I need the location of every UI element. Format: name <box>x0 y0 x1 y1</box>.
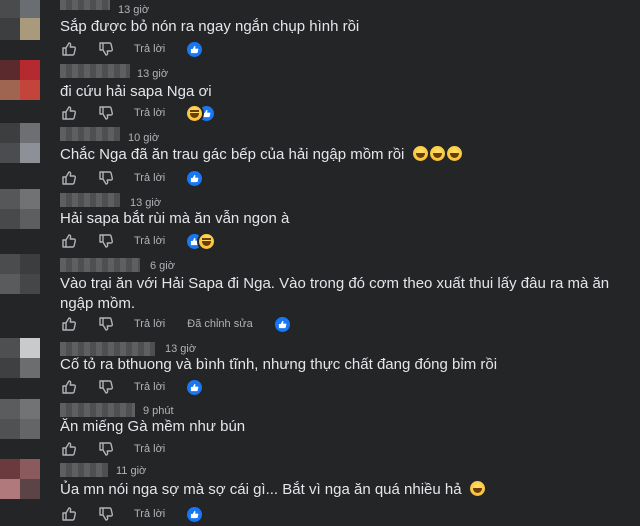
laughing-emoji-icon <box>446 146 462 161</box>
like-reaction-icon <box>187 506 203 522</box>
like-reaction-icon <box>187 379 203 395</box>
comment-actions: Trả lời <box>60 378 203 396</box>
comment-text: Ăn miếng Gà mềm như bún <box>60 418 246 435</box>
comment-actions: Trả lời <box>60 169 203 187</box>
thumbs-down-icon[interactable] <box>98 441 114 457</box>
reply-link[interactable]: Trả lời <box>134 107 165 119</box>
comment-text: Sắp được bỏ nón ra ngay ngắn chụp hình r… <box>60 18 360 35</box>
reaction-summary[interactable] <box>187 379 203 395</box>
thumbs-up-icon[interactable] <box>61 105 77 121</box>
laughing-emoji-icon <box>469 481 485 496</box>
comment-time[interactable]: 11 giờ <box>116 464 146 478</box>
thumbs-up-icon[interactable] <box>61 233 77 249</box>
comment-actions: Trả lời Đã chỉnh sửa <box>60 315 290 333</box>
comment-actions: Trả lời <box>60 232 215 250</box>
comment-actions: Trả lời <box>60 104 215 122</box>
reply-link[interactable]: Trả lời <box>134 318 165 330</box>
comment-actions: Trả lời <box>60 505 203 523</box>
reaction-summary[interactable] <box>187 170 203 186</box>
like-reaction-icon <box>274 316 290 332</box>
avatar[interactable] <box>0 459 40 499</box>
author-name[interactable] <box>60 342 155 356</box>
comment-text-content: Ủa mn nói nga sợ mà sợ cái gì... Bắt vì … <box>60 481 462 498</box>
like-reaction-icon <box>187 41 203 57</box>
thumbs-up-icon[interactable] <box>61 506 77 522</box>
thumbs-up-icon[interactable] <box>61 379 77 395</box>
reply-link[interactable]: Trả lời <box>134 443 165 455</box>
thumbs-down-icon[interactable] <box>98 41 114 57</box>
thumbs-down-icon[interactable] <box>98 233 114 249</box>
avatar[interactable] <box>0 399 40 439</box>
thumbs-up-icon[interactable] <box>61 170 77 186</box>
laughing-emoji-icon <box>429 146 445 161</box>
comment-time[interactable]: 13 giờ <box>137 67 168 81</box>
author-name[interactable] <box>60 403 135 417</box>
comment-text: Cố tỏ ra bthuong và bình tĩnh, nhưng thự… <box>60 356 498 373</box>
comment-text: Vào trại ăn với Hải Sapa đi Nga. Vào tro… <box>60 275 610 312</box>
comment-time[interactable]: 13 giờ <box>130 196 161 210</box>
avatar[interactable] <box>0 189 40 229</box>
like-reaction-icon <box>187 170 203 186</box>
reaction-summary[interactable] <box>187 233 215 249</box>
author-name[interactable] <box>60 64 130 78</box>
reply-link[interactable]: Trả lời <box>134 508 165 520</box>
comment-text-content: Chắc Nga đã ăn trau gác bếp của hải ngập… <box>60 146 405 163</box>
comment-time[interactable]: 13 giờ <box>165 342 196 356</box>
reaction-summary[interactable] <box>187 105 215 121</box>
thumbs-up-icon[interactable] <box>61 41 77 57</box>
thumbs-down-icon[interactable] <box>98 316 114 332</box>
reply-link[interactable]: Trả lời <box>134 235 165 247</box>
reaction-summary[interactable] <box>187 41 203 57</box>
author-name[interactable] <box>60 463 108 477</box>
comment-time[interactable]: 10 giờ <box>128 131 159 145</box>
author-name[interactable] <box>60 193 120 207</box>
author-name[interactable] <box>60 258 140 272</box>
comment-time[interactable]: 6 giờ <box>150 259 175 273</box>
thumbs-down-icon[interactable] <box>98 170 114 186</box>
comment-text: Ủa mn nói nga sợ mà sợ cái gì... Bắt vì … <box>60 480 485 500</box>
author-name[interactable] <box>60 127 120 141</box>
reaction-summary[interactable] <box>274 316 290 332</box>
avatar[interactable] <box>0 338 40 378</box>
reply-link[interactable]: Trả lời <box>134 172 165 184</box>
thumbs-down-icon[interactable] <box>98 506 114 522</box>
author-name[interactable] <box>60 0 110 10</box>
thumbs-down-icon[interactable] <box>98 379 114 395</box>
reply-link[interactable]: Trả lời <box>134 381 165 393</box>
laughing-emoji-icon <box>412 146 428 161</box>
comment-text: Chắc Nga đã ăn trau gác bếp của hải ngập… <box>60 145 462 165</box>
comment-actions: Trả lời <box>60 440 165 458</box>
thumbs-up-icon[interactable] <box>61 441 77 457</box>
reaction-summary[interactable] <box>187 506 203 522</box>
comment-actions: Trả lời <box>60 40 203 58</box>
avatar[interactable] <box>0 123 40 163</box>
edited-label[interactable]: Đã chỉnh sửa <box>187 318 252 330</box>
avatar[interactable] <box>0 60 40 100</box>
haha-reaction-icon <box>199 233 215 249</box>
avatar[interactable] <box>0 254 40 294</box>
avatar[interactable] <box>0 0 40 40</box>
comment-time[interactable]: 13 giờ <box>118 3 149 17</box>
comment-text: đi cứu hải sapa Nga ơi <box>60 83 212 100</box>
comment-time[interactable]: 9 phút <box>143 404 174 418</box>
reply-link[interactable]: Trả lời <box>134 43 165 55</box>
thumbs-down-icon[interactable] <box>98 105 114 121</box>
comment-text: Hải sapa bắt rùi mà ăn vẫn ngon à <box>60 210 290 227</box>
haha-reaction-icon <box>187 105 203 121</box>
thumbs-up-icon[interactable] <box>61 316 77 332</box>
